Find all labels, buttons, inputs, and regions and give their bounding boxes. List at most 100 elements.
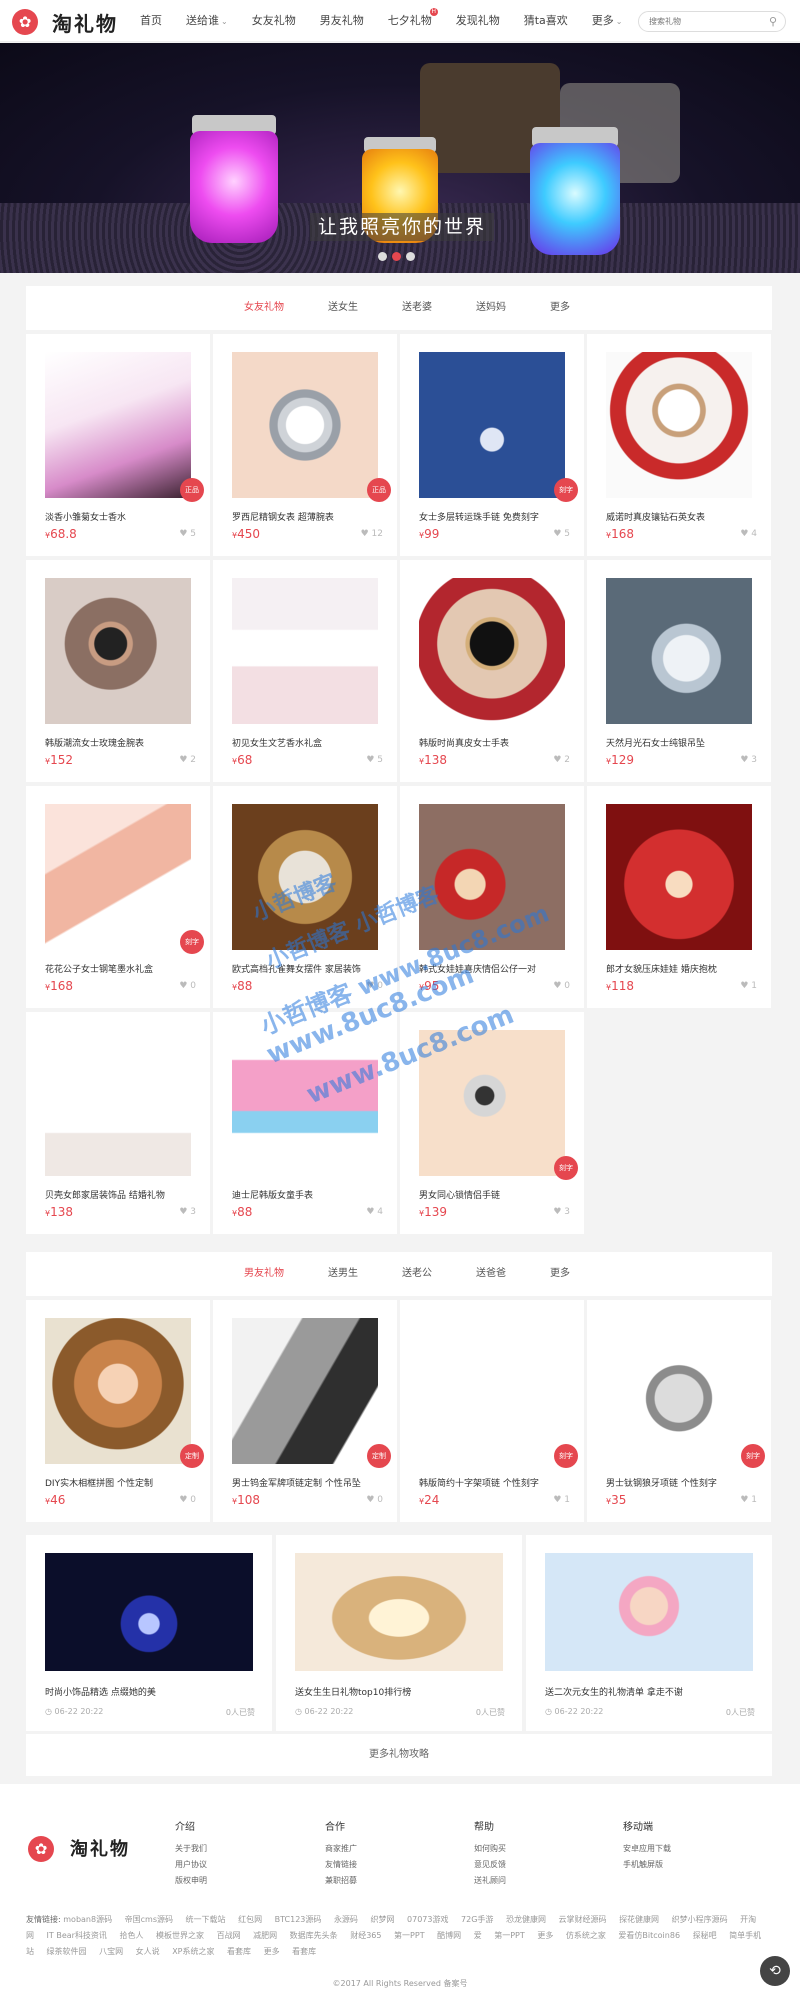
product-name[interactable]: 迪士尼韩版女童手表 xyxy=(232,1188,382,1201)
product-likes[interactable]: ♥ 4 xyxy=(740,529,757,539)
friend-link[interactable]: 第一PPT xyxy=(394,1931,425,1940)
product-name[interactable]: 韩版简约十字架项链 个性刻字 xyxy=(419,1476,569,1489)
footer-link[interactable]: 送礼顾问 xyxy=(474,1873,506,1889)
product-image[interactable] xyxy=(606,1318,752,1464)
product-image[interactable] xyxy=(45,1030,191,1176)
friend-link[interactable]: 绿茶软件园 xyxy=(47,1947,87,1956)
product-card[interactable]: 正品 罗西尼精钢女表 超薄腕表 ¥450 ♥ 12 xyxy=(213,334,397,556)
product-name[interactable]: 威诺时真皮镶钻石英女表 xyxy=(606,510,756,523)
friend-link[interactable]: 更多 xyxy=(537,1931,553,1940)
footer-link[interactable]: 版权申明 xyxy=(175,1873,207,1889)
heart-icon[interactable]: ♥ xyxy=(361,529,372,539)
product-image[interactable] xyxy=(419,1030,565,1176)
tab-girlfriend[interactable]: 女友礼物 xyxy=(244,286,284,330)
friend-link[interactable]: BTC123源码 xyxy=(275,1915,322,1924)
product-likes[interactable]: ♥ 3 xyxy=(553,1207,570,1217)
friend-link[interactable]: 探花健康网 xyxy=(619,1915,659,1924)
heart-icon[interactable]: ♥ xyxy=(740,981,751,991)
article-image[interactable] xyxy=(45,1553,253,1671)
product-card[interactable]: 威诺时真皮镶钻石英女表 ¥168 ♥ 4 xyxy=(587,334,771,556)
heart-icon[interactable]: ♥ xyxy=(179,981,190,991)
product-likes[interactable]: ♥ 12 xyxy=(361,529,383,539)
product-image[interactable] xyxy=(45,352,191,498)
friend-link[interactable]: XP系统之家 xyxy=(172,1947,214,1956)
friend-link[interactable]: 织梦小程序源码 xyxy=(672,1915,728,1924)
product-card[interactable]: 刻字 男女同心锁情侣手链 ¥139 ♥ 3 xyxy=(400,1012,584,1234)
friend-link[interactable]: 拾色人 xyxy=(119,1931,143,1940)
product-likes[interactable]: ♥ 1 xyxy=(740,1495,757,1505)
product-name[interactable]: DIY实木相框拼图 个性定制 xyxy=(45,1476,195,1489)
friend-link[interactable]: 恐龙健康网 xyxy=(506,1915,546,1924)
friend-link[interactable]: 更多 xyxy=(264,1947,280,1956)
product-image[interactable] xyxy=(232,578,378,724)
product-card[interactable]: 正品 淡香小雏菊女士香水 ¥68.8 ♥ 5 xyxy=(26,334,210,556)
product-image[interactable] xyxy=(419,578,565,724)
slide-dot-active[interactable] xyxy=(392,252,401,261)
nav-send-to[interactable]: 送给谁 ⌄ xyxy=(186,0,228,42)
friend-link[interactable]: 永源码 xyxy=(334,1915,358,1924)
nav-more[interactable]: 更多 ⌄ xyxy=(592,0,623,42)
article-image[interactable] xyxy=(545,1553,753,1671)
heart-icon[interactable]: ♥ xyxy=(366,1207,377,1217)
product-likes[interactable]: ♥ 5 xyxy=(366,755,383,765)
footer-link[interactable]: 商家推广 xyxy=(325,1841,357,1857)
logo-text[interactable]: 淘礼物 xyxy=(52,8,118,37)
product-card[interactable]: 韩版潮流女士玫瑰金腕表 ¥152 ♥ 2 xyxy=(26,560,210,782)
tab-to-dad[interactable]: 送爸爸 xyxy=(476,1252,506,1296)
product-likes[interactable]: ♥ 0 xyxy=(179,981,196,991)
product-name[interactable]: 男女同心锁情侣手链 xyxy=(419,1188,569,1201)
nav-home[interactable]: 首页 xyxy=(140,0,162,42)
tab-to-wife[interactable]: 送老婆 xyxy=(402,286,432,330)
product-likes[interactable]: ♥ 1 xyxy=(740,981,757,991)
article-card[interactable]: 送女生生日礼物top10排行榜 ◷ 06-22 20:22 0人已赞 xyxy=(276,1535,522,1731)
friend-link[interactable]: 织梦网 xyxy=(370,1915,394,1924)
search-input[interactable] xyxy=(649,12,767,31)
heart-icon[interactable]: ♥ xyxy=(366,1495,377,1505)
product-image[interactable] xyxy=(606,804,752,950)
tab-to-husband[interactable]: 送老公 xyxy=(402,1252,432,1296)
product-likes[interactable]: ♥ 3 xyxy=(179,1207,196,1217)
friend-link[interactable]: 仿系统之家 xyxy=(566,1931,606,1940)
nav-girlfriend-gifts[interactable]: 女友礼物 xyxy=(252,0,296,42)
footer-link[interactable]: 手机触屏版 xyxy=(623,1857,671,1873)
nav-qixi-gifts[interactable]: 七夕礼物 H xyxy=(388,0,438,42)
product-likes[interactable]: ♥ 1 xyxy=(553,1495,570,1505)
article-title[interactable]: 送二次元女生的礼物清单 拿走不谢 xyxy=(545,1685,683,1698)
nav-boyfriend-gifts[interactable]: 男友礼物 xyxy=(320,0,364,42)
friend-link[interactable]: 探秘吧 xyxy=(693,1931,717,1940)
heart-icon[interactable]: ♥ xyxy=(179,755,190,765)
footer-link[interactable]: 友情链接 xyxy=(325,1857,357,1873)
product-card[interactable]: 天然月光石女士纯银吊坠 ¥129 ♥ 3 xyxy=(587,560,771,782)
heart-icon[interactable]: ♥ xyxy=(179,529,190,539)
product-card[interactable]: 刻字 花花公子女士钢笔墨水礼盒 ¥168 ♥ 0 xyxy=(26,786,210,1008)
product-card[interactable]: 欧式高档孔雀舞女摆件 家居装饰 ¥88 ♥ 0 xyxy=(213,786,397,1008)
product-name[interactable]: 初见女生文艺香水礼盒 xyxy=(232,736,382,749)
logo-flower-icon[interactable]: ✿ xyxy=(12,9,38,35)
friend-link[interactable]: 百战网 xyxy=(217,1931,241,1940)
product-likes[interactable]: ♥ 2 xyxy=(553,755,570,765)
friend-link[interactable]: 酷博网 xyxy=(437,1931,461,1940)
nav-guess-likes[interactable]: 猜ta喜欢 xyxy=(524,0,568,42)
footer-link[interactable]: 安卓应用下载 xyxy=(623,1841,671,1857)
product-image[interactable] xyxy=(45,1318,191,1464)
product-likes[interactable]: ♥ 5 xyxy=(179,529,196,539)
friend-link[interactable]: 统一下载站 xyxy=(186,1915,226,1924)
product-name[interactable]: 女士多层转运珠手链 免费刻字 xyxy=(419,510,569,523)
product-image[interactable] xyxy=(419,804,565,950)
product-name[interactable]: 花花公子女士钢笔墨水礼盒 xyxy=(45,962,195,975)
friend-link[interactable]: 模板世界之家 xyxy=(156,1931,204,1940)
friend-link[interactable]: moban8源码 xyxy=(63,1915,112,1924)
friend-link[interactable]: 爱 xyxy=(474,1931,482,1940)
friend-link[interactable]: 红包网 xyxy=(238,1915,262,1924)
product-image[interactable] xyxy=(419,352,565,498)
product-card[interactable]: 定制 男士钨金军牌项链定制 个性吊坠 ¥108 ♥ 0 xyxy=(213,1300,397,1522)
product-image[interactable] xyxy=(45,578,191,724)
tab-to-mom[interactable]: 送妈妈 xyxy=(476,286,506,330)
heart-icon[interactable]: ♥ xyxy=(179,1207,190,1217)
heart-icon[interactable]: ♥ xyxy=(740,755,751,765)
product-image[interactable] xyxy=(606,352,752,498)
tab-boyfriend[interactable]: 男友礼物 xyxy=(244,1252,284,1296)
friend-link[interactable]: 云掌财经源码 xyxy=(559,1915,607,1924)
product-name[interactable]: 韩版潮流女士玫瑰金腕表 xyxy=(45,736,195,749)
product-name[interactable]: 天然月光石女士纯银吊坠 xyxy=(606,736,756,749)
